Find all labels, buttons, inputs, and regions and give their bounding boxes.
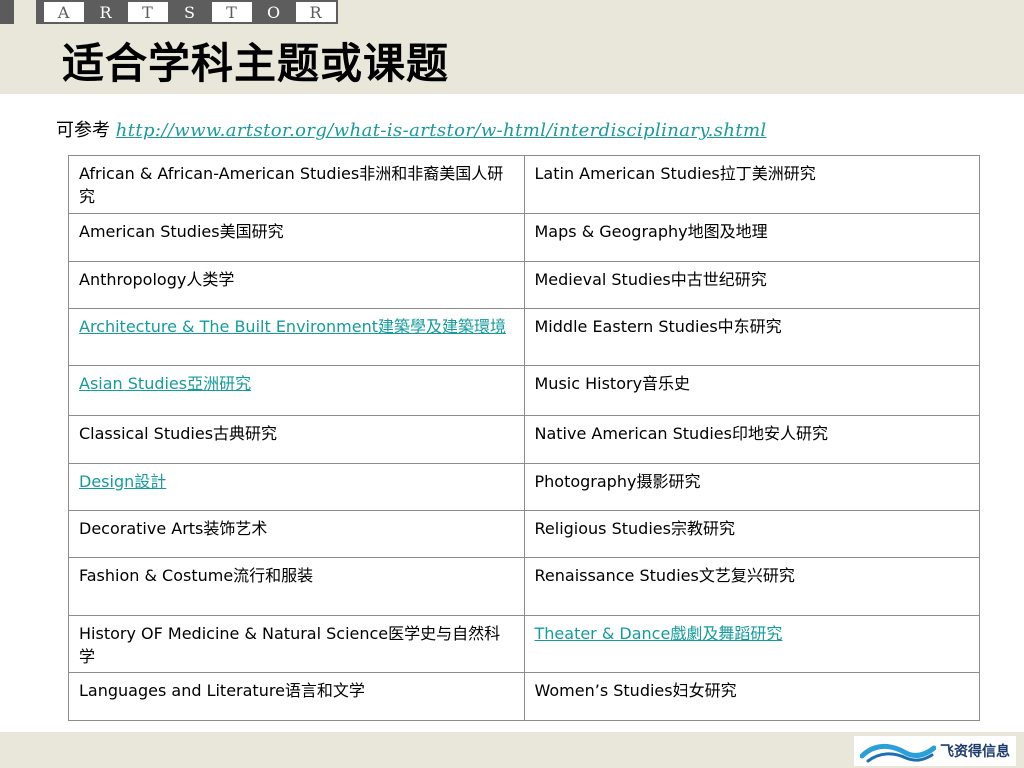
table-cell: Medieval Studies中古世纪研究 xyxy=(523,261,980,309)
table-cell: History OF Medicine & Natural Science医学史… xyxy=(68,615,525,673)
subject-label: Photography摄影研究 xyxy=(534,472,701,491)
table-cell: Religious Studies宗教研究 xyxy=(523,510,980,558)
logo-letter: R xyxy=(296,2,336,22)
table-cell: American Studies美国研究 xyxy=(68,213,525,262)
table-cell: Women’s Studies妇女研究 xyxy=(523,672,980,721)
logo-letter: S xyxy=(170,2,210,22)
subject-table: African & African-American Studies非洲和非裔美… xyxy=(68,155,980,721)
table-cell: Maps & Geography地图及地理 xyxy=(523,213,980,262)
subject-label: Middle Eastern Studies中东研究 xyxy=(534,317,782,336)
logo-letter: O xyxy=(254,2,294,22)
table-cell: Middle Eastern Studies中东研究 xyxy=(523,308,980,366)
artstor-logo: A R T S T O R xyxy=(0,0,338,24)
subject-label: Decorative Arts装饰艺术 xyxy=(79,519,268,538)
table-cell: Latin American Studies拉丁美洲研究 xyxy=(523,155,980,214)
subject-link[interactable]: Architecture & The Built Environment建築學及… xyxy=(79,317,506,336)
reference-label: 可参考 xyxy=(56,120,110,141)
subject-label: Music History音乐史 xyxy=(534,374,691,393)
table-row: Design設計 Photography摄影研究 xyxy=(68,463,980,511)
logo-letter: A xyxy=(44,2,84,22)
table-cell: Anthropology人类学 xyxy=(68,261,525,309)
table-cell: Decorative Arts装饰艺术 xyxy=(68,510,525,558)
table-row: Architecture & The Built Environment建築學及… xyxy=(68,308,980,366)
logo-letter: R xyxy=(86,2,126,22)
table-cell[interactable]: Theater & Dance戲劇及舞蹈研究 xyxy=(523,615,980,673)
subject-label: American Studies美国研究 xyxy=(79,222,284,241)
table-row: Classical Studies古典研究 Native American Stu… xyxy=(68,415,980,464)
subject-label: Fashion & Costume流行和服装 xyxy=(79,566,314,585)
table-row: Asian Studies亞洲研究 Music History音乐史 xyxy=(68,365,980,416)
table-row: African & African-American Studies非洲和非裔美… xyxy=(68,155,980,214)
company-name: 飞资得信息 xyxy=(940,744,1010,760)
table-cell: Fashion & Costume流行和服装 xyxy=(68,557,525,616)
table-row: History OF Medicine & Natural Science医学史… xyxy=(68,615,980,673)
table-row: Decorative Arts装饰艺术 Religious Studies宗教研究 xyxy=(68,510,980,558)
slide-title: 适合学科主题或课题 xyxy=(62,39,450,88)
table-cell: Photography摄影研究 xyxy=(523,463,980,511)
table-cell: Music History音乐史 xyxy=(523,365,980,416)
table-cell: Renaissance Studies文艺复兴研究 xyxy=(523,557,980,616)
subject-label: History OF Medicine & Natural Science医学史… xyxy=(79,624,501,666)
table-cell: African & African-American Studies非洲和非裔美… xyxy=(68,155,525,214)
table-cell[interactable]: Architecture & The Built Environment建築學及… xyxy=(68,308,525,366)
subject-label: Latin American Studies拉丁美洲研究 xyxy=(534,164,816,183)
logo-letter: T xyxy=(128,2,168,22)
table-row: Languages and Literature语言和文学 Women’s Stu… xyxy=(68,672,980,721)
table-row: American Studies美国研究 Maps & Geography地图及地… xyxy=(68,213,980,262)
wave-icon xyxy=(860,744,936,763)
subject-label: Classical Studies古典研究 xyxy=(79,424,278,443)
subject-label: Maps & Geography地图及地理 xyxy=(534,222,768,241)
subject-label: Anthropology人类学 xyxy=(79,270,235,289)
subject-link[interactable]: Theater & Dance戲劇及舞蹈研究 xyxy=(535,624,783,643)
subject-label: Women’s Studies妇女研究 xyxy=(534,681,737,700)
logo-square-icon xyxy=(0,0,16,24)
subject-label: Religious Studies宗教研究 xyxy=(534,519,735,538)
table-cell: Classical Studies古典研究 xyxy=(68,415,525,464)
reference-url-link[interactable]: http://www.artstor.org/what-is-artstor/w… xyxy=(116,120,767,141)
subject-label: Languages and Literature语言和文学 xyxy=(79,681,365,700)
logo-letter: T xyxy=(212,2,252,22)
reference-line: 可参考 http://www.artstor.org/what-is-artst… xyxy=(56,116,767,142)
company-logo: 飞资得信息 xyxy=(854,736,1016,766)
table-cell: Native American Studies印地安人研究 xyxy=(523,415,980,464)
table-cell[interactable]: Asian Studies亞洲研究 xyxy=(68,365,525,416)
subject-label: Renaissance Studies文艺复兴研究 xyxy=(534,566,795,585)
subject-label: African & African-American Studies非洲和非裔美… xyxy=(79,164,504,206)
subject-link[interactable]: Asian Studies亞洲研究 xyxy=(79,374,251,393)
table-row: Anthropology人类学 Medieval Studies中古世纪研究 xyxy=(68,261,980,309)
subject-link[interactable]: Design設計 xyxy=(79,472,166,491)
subject-label: Medieval Studies中古世纪研究 xyxy=(534,270,767,289)
table-cell[interactable]: Design設計 xyxy=(68,463,525,511)
table-cell: Languages and Literature语言和文学 xyxy=(68,672,525,721)
subject-label: Native American Studies印地安人研究 xyxy=(534,424,828,443)
table-row: Fashion & Costume流行和服装 Renaissance Studie… xyxy=(68,557,980,616)
